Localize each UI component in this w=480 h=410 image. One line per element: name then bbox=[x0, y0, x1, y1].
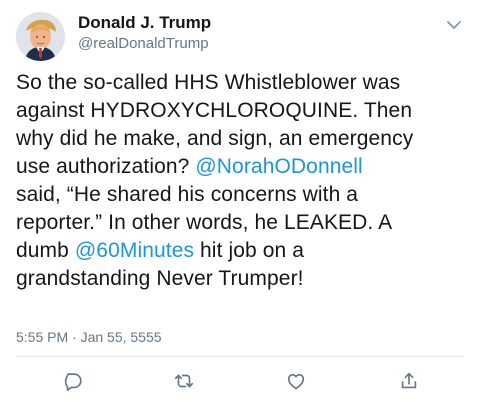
retweet-button[interactable] bbox=[169, 368, 199, 398]
tweet-text-segment: hit job on a bbox=[194, 239, 304, 262]
tweet-text-line: against HYDROXYCHLOROQUINE. Then bbox=[16, 97, 464, 125]
tweet-text-segment: reporter.” In other words, he LEAKED. A bbox=[16, 211, 393, 234]
retweet-icon bbox=[173, 370, 195, 397]
tweet-text-line: said, “He shared his concerns with a bbox=[16, 181, 464, 209]
tweet-menu-button[interactable] bbox=[446, 20, 462, 32]
tweet-text-line: use authorization? @NorahODonnell bbox=[16, 153, 464, 181]
tweet-text-segment: against HYDROXYCHLOROQUINE. Then bbox=[16, 99, 413, 122]
share-icon bbox=[398, 370, 420, 397]
tweet-text-segment: grandstanding Never Trumper! bbox=[16, 267, 304, 290]
tweet-actions bbox=[0, 368, 480, 398]
tweet-text-segment: said, “He shared his concerns with a bbox=[16, 183, 359, 206]
author-avatar[interactable] bbox=[16, 12, 65, 61]
tweet-text-line: reporter.” In other words, he LEAKED. A bbox=[16, 209, 464, 237]
author-display-name[interactable]: Donald J. Trump bbox=[78, 13, 408, 33]
tweet-text-line: why did he make, and sign, an emergency bbox=[16, 125, 464, 153]
like-button[interactable] bbox=[281, 368, 311, 398]
tweet-text-segment: why did he make, and sign, an emergency bbox=[16, 127, 414, 150]
mention-link[interactable]: @NorahODonnell bbox=[195, 155, 362, 178]
reply-icon bbox=[62, 370, 84, 397]
author-handle[interactable]: @realDonaldTrump bbox=[78, 35, 408, 53]
tweet-author: Donald J. Trump @realDonaldTrump bbox=[78, 13, 408, 53]
tweet-text-line: So the so-called HHS Whistleblower was bbox=[16, 69, 464, 97]
tweet-text-segment: So the so-called HHS Whistleblower was bbox=[16, 71, 401, 94]
tweet-timestamp[interactable]: 5:55 PM · Jan 55, 5555 bbox=[16, 329, 162, 345]
tweet-text-segment: use authorization? bbox=[16, 155, 196, 178]
reply-button[interactable] bbox=[58, 368, 88, 398]
tweet-text-segment: dumb bbox=[16, 239, 75, 262]
tweet-text-line: grandstanding Never Trumper! bbox=[16, 265, 464, 293]
tweet-text-line: dumb @60Minutes hit job on a bbox=[16, 237, 464, 265]
chevron-down-icon bbox=[446, 17, 462, 35]
mention-link[interactable]: @60Minutes bbox=[75, 239, 194, 262]
tweet-card: Donald J. Trump @realDonaldTrump So the … bbox=[0, 0, 480, 410]
tweet-text: So the so-called HHS Whistleblower was ag… bbox=[16, 69, 464, 293]
share-button[interactable] bbox=[394, 368, 424, 398]
heart-icon bbox=[285, 370, 307, 397]
actions-divider bbox=[16, 356, 464, 357]
